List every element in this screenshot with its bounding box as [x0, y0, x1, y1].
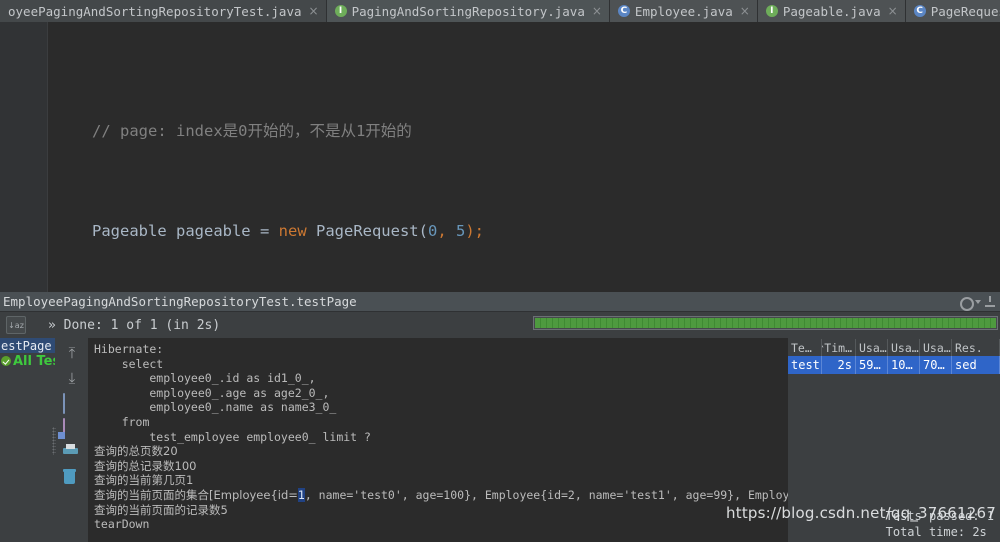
column-header-usage-3[interactable]: Usa… [920, 339, 952, 356]
tab-page-request[interactable]: C PageRequest.java × [905, 0, 1000, 22]
console-line: employee0_.name as name3_0_ [94, 400, 337, 415]
class-icon: C [617, 5, 630, 17]
sort-icon: ↓az [8, 320, 24, 330]
test-passed-icon [1, 356, 11, 366]
test-runner-toolbar: ⤒ ⤓ [58, 340, 86, 542]
editor-tab-bar: oyeePagingAndSortingRepositoryTest.java … [0, 0, 1000, 22]
test-progress-bar [533, 316, 998, 330]
run-configuration-title: EmployeePagingAndSortingRepositoryTest.t… [3, 294, 357, 309]
expand-collapse-icon[interactable] [63, 393, 81, 414]
tab-label: Employee.java [634, 3, 733, 19]
run-window-header: EmployeePagingAndSortingRepositoryTest.t… [0, 292, 1000, 312]
close-icon[interactable]: × [309, 4, 319, 18]
test-tree-label: All Tes [13, 353, 55, 369]
console-line-content-prefix: 查询的当前页面的集合[Employee{id= [94, 487, 298, 502]
cell-test-name: test [788, 356, 822, 374]
console-line: 查询的总记录数100 [94, 458, 197, 473]
print-icon[interactable] [63, 444, 81, 462]
console-line: from [94, 414, 150, 429]
cell-time: 2s [822, 356, 856, 374]
editor-gutter[interactable] [0, 22, 48, 292]
code-line-comment: // page: index是0开始的，不是从1开始的 [92, 122, 412, 140]
close-icon[interactable]: × [740, 4, 750, 18]
run-window-header-actions [959, 296, 1000, 311]
column-header-test[interactable]: Te… [788, 339, 822, 356]
console-line: 查询的当前第几页1 [94, 473, 194, 488]
close-icon[interactable]: × [888, 4, 898, 18]
next-failed-test-icon[interactable]: ⤓ [63, 369, 81, 387]
cell-usage-3: 70… [920, 356, 952, 374]
console-line: 查询的总页数20 [94, 444, 178, 459]
ide-window: oyeePagingAndSortingRepositoryTest.java … [0, 0, 1000, 542]
column-header-usage-1[interactable]: Usa… [856, 339, 888, 356]
interface-icon: I [765, 5, 778, 17]
console-line: select [94, 356, 164, 371]
prev-failed-test-icon[interactable]: ⤒ [63, 344, 81, 362]
tab-label: PageRequest.java [930, 3, 1000, 19]
run-status-bar: ↓az » Done: 1 of 1 (in 2s) [0, 312, 1000, 338]
tab-employee-paging-test[interactable]: oyeePagingAndSortingRepositoryTest.java … [0, 0, 327, 22]
console-output[interactable]: Hibernate: select employee0_.id as id1_0… [88, 338, 788, 542]
column-header-usage-2[interactable]: Usa… [888, 339, 920, 356]
cell-result: sed [952, 356, 1000, 374]
interface-icon-letter: I [338, 5, 343, 16]
run-tool-window: EmployeePagingAndSortingRepositoryTest.t… [0, 292, 1000, 542]
editor-code-area[interactable]: // page: index是0开始的，不是从1开始的 Pageable pag… [60, 22, 1000, 540]
hide-window-icon[interactable] [985, 296, 996, 307]
statistics-header-row: Te… ⌃Tim… Usa… Usa… Usa… Res. [788, 339, 1000, 356]
table-row[interactable]: test 2s 59… 10… 70… sed [788, 356, 1000, 374]
console-line: 查询的当前页面的记录数5 [94, 502, 228, 517]
tab-pageable[interactable]: I Pageable.java × [757, 0, 906, 22]
cell-usage-2: 10… [888, 356, 920, 374]
console-line-content-suffix: , name='test0', age=100}, Employee{id=2,… [304, 487, 788, 502]
console-line: Hibernate: [94, 342, 171, 356]
interface-icon: I [334, 5, 347, 17]
code-editor[interactable]: // page: index是0开始的，不是从1开始的 Pageable pag… [0, 22, 1000, 540]
tab-label: PagingAndSortingRepository.java [351, 3, 585, 19]
sort-alphabetically-button[interactable]: ↓az [6, 316, 26, 334]
test-tree-node-all-tests[interactable]: All Tes [0, 353, 55, 369]
test-progress-fill [535, 318, 996, 328]
class-icon-letter: C [916, 5, 924, 16]
column-header-results[interactable]: Res. [952, 339, 1000, 356]
run-status-text: » Done: 1 of 1 (in 2s) [48, 317, 221, 333]
test-tree[interactable]: estPage All Tes [0, 338, 55, 542]
code-line-pageable-decl: Pageable pageable = new PageRequest(0, 5… [92, 222, 485, 240]
console-line: tearDown [94, 517, 150, 532]
gear-icon[interactable] [959, 296, 974, 311]
tab-employee[interactable]: C Employee.java × [609, 0, 758, 22]
editor-gutter-secondary [48, 22, 60, 292]
class-icon: C [913, 5, 926, 17]
column-header-time[interactable]: ⌃Tim… [822, 339, 856, 356]
export-test-results-icon[interactable] [63, 418, 81, 439]
console-line: employee0_.age as age2_0_, [94, 385, 330, 400]
tab-label: Pageable.java [782, 3, 881, 19]
splitter-handle[interactable] [52, 427, 56, 455]
console-line: employee0_.id as id1_0_, [94, 371, 316, 386]
interface-icon-letter: I [770, 5, 774, 16]
close-icon[interactable]: × [592, 4, 602, 18]
console-highlighted-token: 1 [297, 487, 305, 502]
watermark-text: https://blog.csdn.net/qq_37661267 [726, 504, 996, 522]
delete-icon[interactable] [63, 469, 81, 487]
total-time-label: Total time: 2s [885, 525, 987, 539]
cell-usage-1: 59… [856, 356, 888, 374]
console-line: test_employee employee0_ limit ? [94, 429, 371, 444]
tab-label: oyeePagingAndSortingRepositoryTest.java [8, 3, 302, 19]
chevron-down-icon[interactable] [975, 299, 981, 304]
tab-paging-and-sorting-repository[interactable]: I PagingAndSortingRepository.java × [326, 0, 610, 22]
class-icon-letter: C [620, 5, 628, 16]
test-tree-node-test-page[interactable]: estPage [0, 338, 55, 353]
